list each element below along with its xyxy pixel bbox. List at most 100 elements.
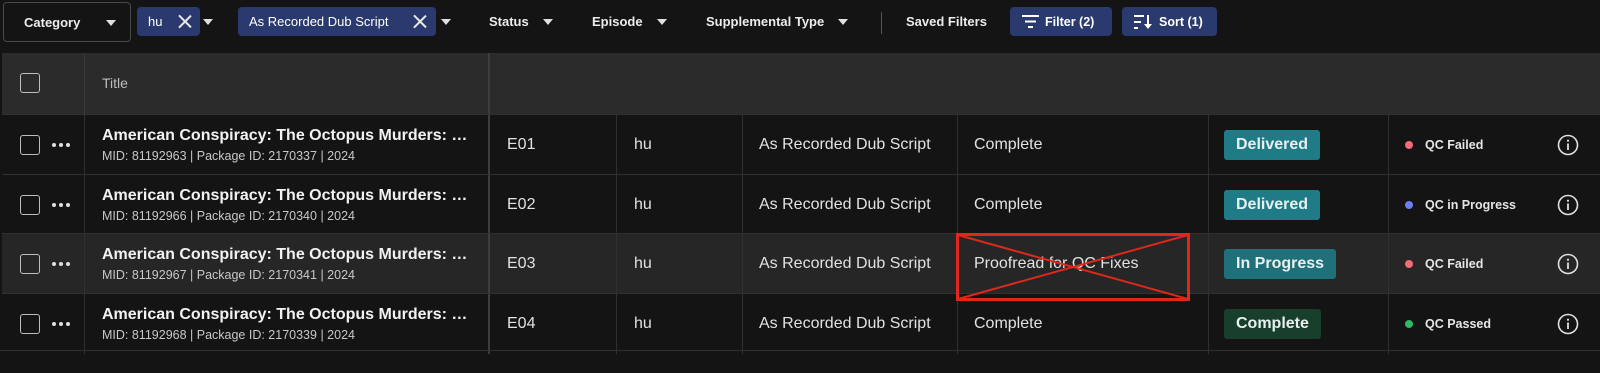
type-cell: As Recorded Dub Script (743, 234, 958, 294)
type-cell: As Recorded Dub Script (743, 115, 958, 175)
task-cell: Complete (958, 294, 1209, 354)
title-cell[interactable]: American Conspiracy: The Octopus Murders… (85, 115, 490, 175)
info-icon[interactable] (1557, 134, 1579, 156)
title-cell[interactable]: American Conspiracy: The Octopus Murders… (85, 234, 490, 294)
task-cell: Complete (958, 115, 1209, 175)
results-table: Title American Conspiracy: The Octopus M… (2, 53, 1600, 373)
status-badge: Complete (1224, 309, 1321, 339)
filter-icon (1022, 15, 1039, 28)
category-dropdown[interactable]: Category (3, 2, 131, 42)
info-icon[interactable] (1557, 194, 1579, 216)
row-title: American Conspiracy: The Octopus Murders… (102, 187, 474, 204)
qc-status-label: QC in Progress (1425, 198, 1516, 212)
episode-dropdown[interactable]: Episode (592, 14, 667, 29)
row-meta: MID: 81192963 | Package ID: 2170337 | 20… (102, 149, 355, 163)
title-cell[interactable]: American Conspiracy: The Octopus Murders… (85, 294, 490, 354)
row-checkbox[interactable] (20, 195, 40, 215)
row-select-cell (2, 294, 85, 354)
task-cell: Complete (958, 175, 1209, 235)
status-cell: Complete (1209, 294, 1389, 354)
caret-down-icon (838, 18, 849, 25)
status-cell: Delivered (1209, 175, 1389, 235)
row-title: American Conspiracy: The Octopus Murders… (102, 306, 474, 323)
language-cell: hu (617, 175, 743, 235)
row-checkbox[interactable] (20, 254, 40, 274)
type-cell: As Recorded Dub Script (743, 175, 958, 235)
sort-button-label: Sort (1) (1159, 14, 1203, 29)
annotation-cross-box (956, 233, 1190, 301)
caret-down-icon[interactable] (203, 19, 213, 25)
episode-cell: E04 (490, 294, 617, 354)
supplemental-type-label: Supplemental Type (706, 14, 825, 29)
chip-label: As Recorded Dub Script (249, 14, 389, 29)
filter-bar: Category hu As Recorded Dub Script Statu… (0, 0, 1600, 44)
language-cell: hu (617, 115, 743, 175)
more-icon[interactable] (52, 143, 70, 147)
qc-cell: QC in Progress (1389, 175, 1600, 235)
supplemental-type-dropdown[interactable]: Supplemental Type (706, 14, 849, 29)
more-icon[interactable] (52, 322, 70, 326)
status-badge: Delivered (1224, 190, 1321, 220)
table-row[interactable]: American Conspiracy: The Octopus Murders… (2, 293, 1600, 354)
caret-down-icon[interactable] (441, 19, 451, 25)
table-row[interactable]: American Conspiracy: The Octopus Murders… (2, 114, 1600, 175)
filter-divider (881, 12, 882, 34)
table-header: Title (2, 53, 1600, 114)
annotation-cross (957, 234, 1189, 300)
table-row[interactable]: American Conspiracy: The Octopus Murders… (2, 174, 1600, 235)
filter-button-label: Filter (2) (1045, 14, 1095, 29)
sort-button[interactable]: Sort (1) (1122, 7, 1217, 36)
status-dropdown[interactable]: Status (489, 14, 553, 29)
row-checkbox[interactable] (20, 314, 40, 334)
info-icon[interactable] (1557, 313, 1579, 335)
qc-status-dot (1405, 320, 1413, 328)
row-meta: MID: 81192966 | Package ID: 2170340 | 20… (102, 209, 355, 223)
row-meta: MID: 81192968 | Package ID: 2170339 | 20… (102, 328, 355, 342)
caret-down-icon (656, 18, 667, 25)
more-icon[interactable] (52, 203, 70, 207)
qc-status: QC Passed (1405, 317, 1491, 331)
episode-cell: E02 (490, 175, 617, 235)
qc-cell: QC Failed (1389, 234, 1600, 294)
filter-chip-language[interactable]: hu (137, 7, 200, 36)
qc-status-dot (1405, 201, 1413, 209)
qc-cell: QC Failed (1389, 115, 1600, 175)
episode-cell: E03 (490, 234, 617, 294)
row-title: American Conspiracy: The Octopus Murders… (102, 127, 474, 144)
row-select-cell (2, 175, 85, 235)
language-cell: hu (617, 294, 743, 354)
table-bottom-border (0, 350, 1600, 351)
qc-cell: QC Passed (1389, 294, 1600, 354)
filter-button[interactable]: Filter (2) (1010, 7, 1112, 36)
category-label: Category (24, 14, 81, 30)
episode-dropdown-label: Episode (592, 14, 643, 29)
qc-status: QC in Progress (1405, 198, 1516, 212)
saved-filters-button[interactable]: Saved Filters (906, 14, 987, 29)
title-column-header[interactable]: Title (85, 53, 490, 114)
status-cell: Delivered (1209, 115, 1389, 175)
row-select-cell (2, 115, 85, 175)
caret-down-icon (542, 18, 553, 25)
qc-status-label: QC Failed (1425, 138, 1484, 152)
more-icon[interactable] (52, 262, 70, 266)
row-meta: MID: 81192967 | Package ID: 2170341 | 20… (102, 268, 355, 282)
row-select-cell (2, 234, 85, 294)
qc-status: QC Failed (1405, 138, 1483, 152)
qc-status-label: QC Passed (1425, 317, 1492, 331)
filter-chip-supplemental-type[interactable]: As Recorded Dub Script (238, 7, 436, 36)
close-icon[interactable] (412, 14, 427, 29)
caret-down-icon (106, 20, 116, 26)
qc-status: QC Failed (1405, 257, 1483, 271)
close-icon[interactable] (177, 14, 192, 29)
type-cell: As Recorded Dub Script (743, 294, 958, 354)
table-row[interactable]: American Conspiracy: The Octopus Murders… (2, 233, 1600, 294)
saved-filters-label: Saved Filters (906, 14, 987, 29)
title-cell[interactable]: American Conspiracy: The Octopus Murders… (85, 175, 490, 235)
episode-cell: E01 (490, 115, 617, 175)
sort-icon (1134, 14, 1152, 29)
status-badge: In Progress (1224, 249, 1337, 279)
select-all-checkbox[interactable] (20, 73, 40, 93)
info-icon[interactable] (1557, 253, 1579, 275)
row-checkbox[interactable] (20, 135, 40, 155)
qc-status-dot (1405, 141, 1413, 149)
